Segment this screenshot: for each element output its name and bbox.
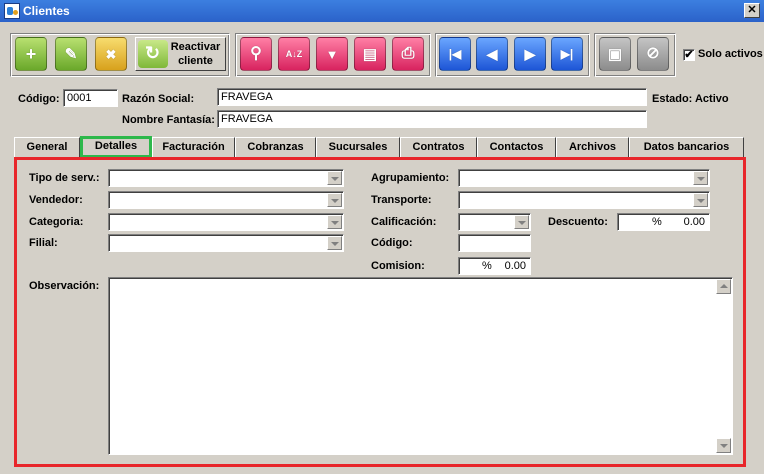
window-title: Clientes (23, 4, 70, 18)
chevron-down-icon[interactable] (693, 193, 708, 207)
prev-record-button[interactable]: ◀ (476, 37, 508, 71)
nombre-fantasia-label: Nombre Fantasía: (122, 114, 215, 126)
razon-social-field[interactable]: FRAVEGA (217, 88, 647, 106)
codigo-field[interactable]: 0001 (63, 89, 118, 107)
first-record-button[interactable]: |◀ (439, 37, 471, 71)
search-button[interactable]: ⚲ (240, 37, 272, 71)
report-icon: ▤ (362, 45, 378, 63)
comision-field[interactable]: % 0.00 (458, 257, 531, 275)
delete-button[interactable]: ✖ (95, 37, 127, 71)
comision-value: 0.00 (504, 260, 526, 272)
tab-contactos[interactable]: Contactos (477, 137, 556, 158)
agrupamiento-select[interactable] (458, 169, 710, 187)
vendedor-select[interactable] (108, 191, 344, 209)
tab-general[interactable]: General (14, 137, 80, 158)
comision-label: Comision: (371, 260, 425, 272)
reactivar-cliente-label: Reactivar cliente (170, 41, 221, 67)
filial-select[interactable] (108, 234, 344, 252)
edit-button[interactable]: ✎ (55, 37, 87, 71)
observacion-textarea[interactable] (108, 277, 733, 455)
tab-datos-bancarios[interactable]: Datos bancarios (629, 137, 744, 158)
vendedor-label: Vendedor: (29, 194, 83, 206)
codigo-detalle-field[interactable] (458, 234, 531, 252)
observacion-label: Observación: (29, 280, 100, 292)
agrupamiento-label: Agrupamiento: (371, 172, 450, 184)
last-record-icon: ▶| (560, 47, 574, 61)
toolbar-query-group: ⚲ A↓Z ▼ ▤ ⎙ (235, 33, 431, 77)
tipo-serv-select[interactable] (108, 169, 344, 187)
tab-cobranzas[interactable]: Cobranzas (235, 137, 316, 158)
chevron-down-icon[interactable] (327, 171, 342, 185)
next-record-icon: ▶ (524, 46, 536, 62)
tipo-serv-label: Tipo de serv.: (29, 172, 100, 184)
save-icon: ▣ (607, 45, 623, 63)
nombre-fantasia-field[interactable]: FRAVEGA (217, 110, 647, 128)
first-record-icon: |◀ (448, 47, 462, 61)
save-button[interactable]: ▣ (599, 37, 631, 71)
scroll-up-icon[interactable] (716, 279, 731, 294)
descuento-value: 0.00 (683, 216, 705, 228)
tab-archivos[interactable]: Archivos (556, 137, 629, 158)
filter-icon: ▼ (325, 46, 339, 62)
calificacion-select[interactable] (458, 213, 531, 231)
transporte-select[interactable] (458, 191, 710, 209)
close-icon[interactable]: ✕ (744, 3, 760, 18)
chevron-down-icon[interactable] (327, 193, 342, 207)
app-icon (4, 3, 20, 19)
sort-az-icon: A↓Z (285, 48, 303, 59)
add-icon: + (25, 44, 37, 64)
delete-icon: ✖ (105, 46, 117, 62)
categoria-label: Categoria: (29, 216, 84, 228)
scroll-down-icon[interactable] (716, 438, 731, 453)
report-button[interactable]: ▤ (354, 37, 386, 71)
filter-button[interactable]: ▼ (316, 37, 348, 71)
tab-contratos[interactable]: Contratos (400, 137, 477, 158)
categoria-select[interactable] (108, 213, 344, 231)
reactivar-cliente-button[interactable]: Reactivar cliente (135, 37, 226, 71)
print-button[interactable]: ⎙ (392, 37, 424, 71)
solo-activos-checkbox[interactable]: ✔ (683, 49, 695, 61)
edit-icon: ✎ (64, 45, 78, 63)
razon-social-label: Razón Social: (122, 93, 195, 105)
solo-activos-label: Solo activos (698, 48, 763, 60)
chevron-down-icon[interactable] (327, 215, 342, 229)
tab-detalles[interactable]: Detalles (80, 136, 152, 158)
chevron-down-icon[interactable] (514, 215, 529, 229)
toolbar-navigation-group: |◀ ◀ ▶ ▶| (435, 33, 590, 77)
chevron-down-icon[interactable] (327, 236, 342, 250)
descuento-field[interactable]: % 0.00 (617, 213, 710, 231)
search-icon: ⚲ (250, 45, 262, 62)
prev-record-icon: ◀ (486, 46, 498, 62)
transporte-label: Transporte: (371, 194, 432, 206)
window-titlebar: Clientes ✕ (0, 0, 764, 22)
chevron-down-icon[interactable] (693, 171, 708, 185)
cancel-button[interactable]: ⊘ (637, 37, 669, 71)
descuento-percent-symbol: % (652, 216, 662, 228)
reactivate-icon (138, 40, 168, 68)
toolbar-save-group: ▣ ⊘ (594, 33, 676, 77)
next-record-button[interactable]: ▶ (514, 37, 546, 71)
sort-button[interactable]: A↓Z (278, 37, 310, 71)
estado-label: Estado: Activo (652, 93, 729, 105)
codigo-label: Código: (18, 93, 60, 105)
descuento-label: Descuento: (548, 216, 608, 228)
toolbar-edit-group: + ✎ ✖ Reactivar cliente (10, 33, 230, 77)
add-button[interactable]: + (15, 37, 47, 71)
last-record-button[interactable]: ▶| (551, 37, 583, 71)
filial-label: Filial: (29, 237, 58, 249)
tab-facturacion[interactable]: Facturación (152, 137, 235, 158)
comision-percent-symbol: % (482, 260, 492, 272)
codigo-detalle-label: Código: (371, 237, 413, 249)
tab-sucursales[interactable]: Sucursales (316, 137, 400, 158)
cancel-icon: ⊘ (646, 45, 660, 62)
print-icon: ⎙ (401, 45, 415, 62)
calificacion-label: Calificación: (371, 216, 437, 228)
